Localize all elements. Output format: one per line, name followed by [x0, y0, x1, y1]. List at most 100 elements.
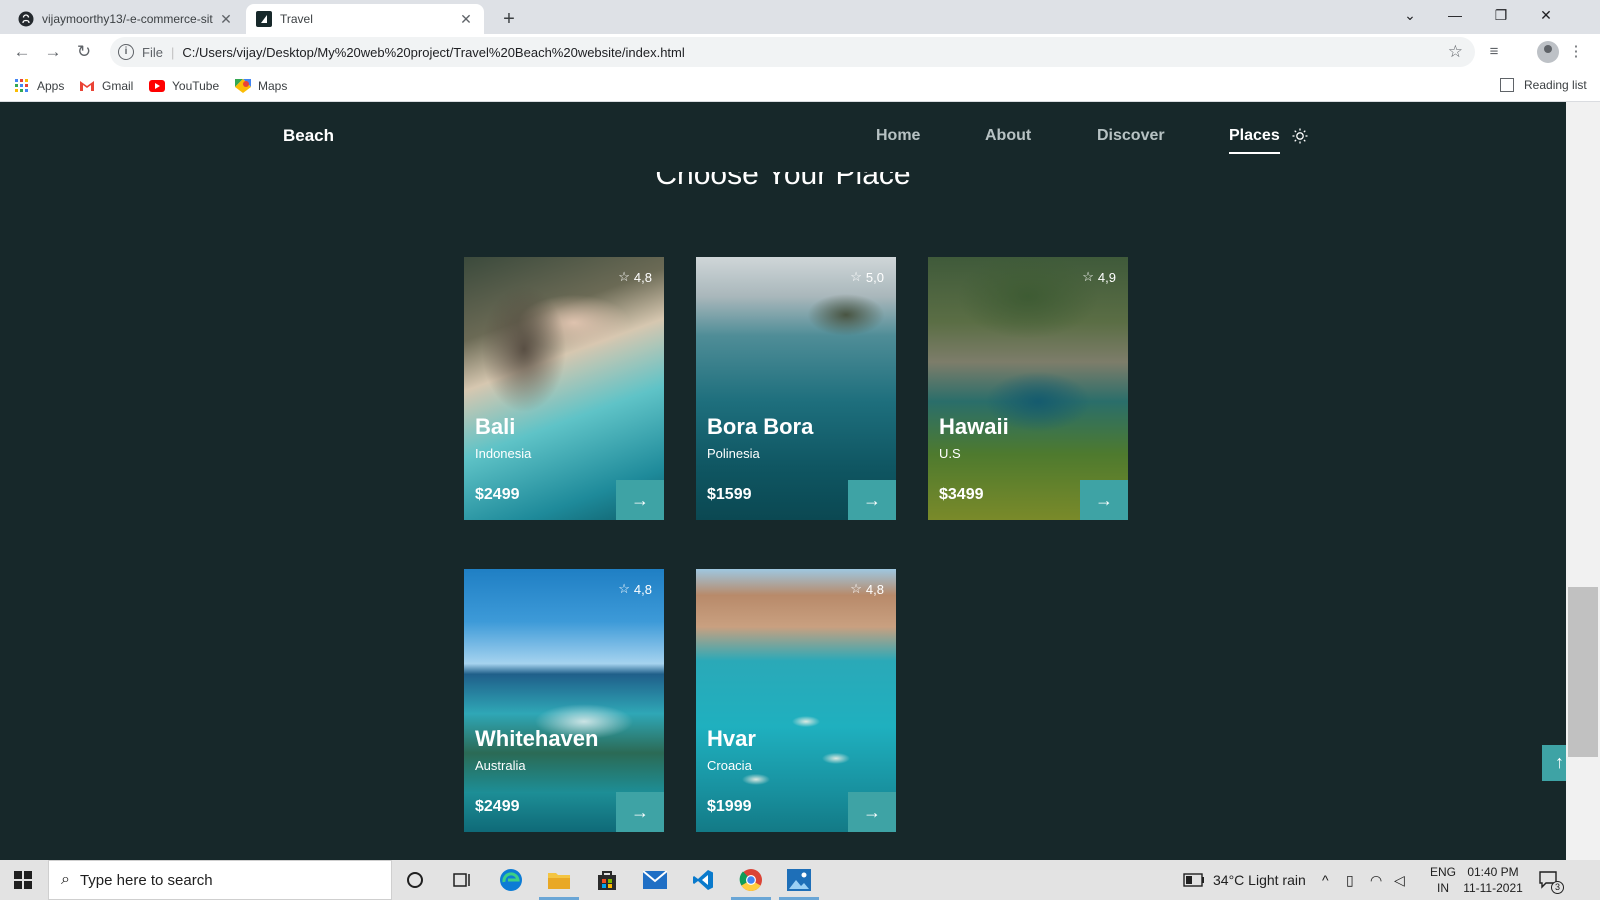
- tab-travel[interactable]: Travel ✕: [246, 4, 484, 34]
- bookmark-maps[interactable]: Maps: [235, 78, 287, 94]
- view-place-button[interactable]: →: [848, 480, 896, 520]
- divider: |: [170, 44, 175, 60]
- nav-home[interactable]: Home: [876, 127, 920, 145]
- maps-icon: [235, 79, 251, 93]
- windows-start-icon[interactable]: [14, 871, 32, 889]
- star-icon: ☆: [850, 581, 862, 596]
- arrow-up-icon: ↑: [1555, 752, 1564, 772]
- rating-value: 4,9: [1097, 269, 1116, 285]
- arrow-right-icon: →: [631, 489, 649, 510]
- media-control-icon[interactable]: ≡: [1483, 41, 1505, 63]
- show-hidden-icons-chevron-icon[interactable]: ^: [1322, 872, 1329, 888]
- clock-time: 01:40 PM: [1467, 865, 1519, 879]
- bookmark-gmail[interactable]: Gmail: [79, 78, 133, 94]
- rating-value: 4,8: [865, 581, 884, 597]
- rating-value: 4,8: [633, 269, 652, 285]
- bookmark-label: Maps: [258, 79, 288, 93]
- nav-about[interactable]: About: [985, 127, 1031, 145]
- menu-icon[interactable]: ⋮: [1565, 41, 1587, 63]
- place-card-whitehaven[interactable]: ☆ 4,8 Whitehaven Australia $2499 →: [464, 569, 664, 832]
- photos-icon[interactable]: [779, 866, 819, 900]
- rating-badge: ☆ 4,8: [618, 269, 652, 285]
- info-icon[interactable]: i: [118, 44, 134, 60]
- nav-places[interactable]: Places: [1229, 127, 1280, 154]
- close-icon[interactable]: ✕: [218, 11, 234, 28]
- reading-list-button[interactable]: Reading list: [1500, 78, 1587, 92]
- reading-list-icon: [1500, 78, 1514, 92]
- speaker-icon[interactable]: ◁: [1394, 872, 1405, 889]
- reload-button[interactable]: ↻: [72, 40, 96, 64]
- bookmarks-bar: Apps Gmail YouTube Maps Reading list: [0, 70, 1600, 102]
- view-place-button[interactable]: →: [616, 792, 664, 832]
- site-logo[interactable]: Beach: [283, 126, 334, 146]
- arrow-right-icon: →: [631, 801, 649, 822]
- tab-github[interactable]: vijaymoorthy13/-e-commerce-sit ✕: [8, 4, 244, 34]
- arrow-right-icon: →: [1095, 489, 1113, 510]
- system-clock[interactable]: 01:40 PM 11-11-2021: [1458, 864, 1528, 896]
- file-explorer-icon[interactable]: [539, 866, 579, 900]
- notification-center-icon[interactable]: 3: [1534, 866, 1564, 894]
- task-view-icon[interactable]: [449, 866, 477, 894]
- place-card-hvar[interactable]: ☆ 4,8 Hvar Croacia $1999 →: [696, 569, 896, 832]
- bookmark-label: Apps: [37, 79, 65, 93]
- store-icon[interactable]: [593, 866, 621, 894]
- bookmark-apps[interactable]: Apps: [14, 78, 64, 94]
- place-price: $1999: [707, 798, 752, 815]
- windows-taskbar: ⌕ Type here to search 34°C Light rain ^ …: [0, 860, 1600, 900]
- place-card-bali[interactable]: ☆ 4,8 Bali Indonesia $2499 →: [464, 257, 664, 520]
- rating-value: 5,0: [865, 269, 884, 285]
- edge-icon[interactable]: [497, 866, 525, 894]
- place-price: $2499: [475, 486, 520, 503]
- page-scrollbar[interactable]: [1566, 102, 1600, 860]
- cortana-icon[interactable]: [401, 866, 429, 894]
- site-icon: [256, 11, 272, 27]
- view-place-button[interactable]: →: [1080, 480, 1128, 520]
- address-bar[interactable]: i File | C:/Users/vijay/Desktop/My%20web…: [110, 37, 1475, 67]
- battery-icon[interactable]: [1181, 866, 1207, 894]
- apps-grid-icon: [15, 79, 28, 92]
- place-price: $2499: [475, 798, 520, 815]
- rating-badge: ☆ 4,8: [850, 581, 884, 597]
- close-window-button[interactable]: ✕: [1523, 0, 1569, 30]
- back-button[interactable]: ←: [10, 40, 34, 64]
- minimize-button[interactable]: —: [1432, 0, 1478, 30]
- youtube-icon: [149, 80, 165, 92]
- place-name: Whitehaven: [475, 726, 599, 751]
- mail-icon[interactable]: [641, 866, 669, 894]
- notification-count: 3: [1551, 881, 1564, 894]
- bookmark-star-icon[interactable]: ☆: [1448, 42, 1463, 62]
- sun-icon[interactable]: [1292, 128, 1308, 144]
- weather-text[interactable]: 34°C Light rain: [1213, 872, 1306, 888]
- view-place-button[interactable]: →: [616, 480, 664, 520]
- taskbar-search-placeholder: Type here to search: [79, 871, 213, 889]
- language-indicator[interactable]: ENG IN: [1428, 864, 1458, 896]
- tab-search-chevron-icon[interactable]: ⌄: [1387, 0, 1433, 30]
- place-card-hawaii[interactable]: ☆ 4,9 Hawaii U.S $3499 →: [928, 257, 1128, 520]
- rating-badge: ☆ 5,0: [850, 269, 884, 285]
- url-text: C:/Users/vijay/Desktop/My%20web%20projec…: [182, 44, 685, 60]
- forward-button[interactable]: →: [41, 40, 65, 64]
- bookmark-youtube[interactable]: YouTube: [149, 78, 219, 94]
- view-place-button[interactable]: →: [848, 792, 896, 832]
- close-icon[interactable]: ✕: [458, 11, 474, 28]
- star-icon: ☆: [1082, 269, 1094, 284]
- place-name: Hvar: [707, 726, 756, 751]
- chrome-icon[interactable]: [731, 866, 771, 900]
- new-tab-button[interactable]: +: [496, 6, 522, 32]
- nav-discover[interactable]: Discover: [1097, 127, 1165, 145]
- place-card-bora-bora[interactable]: ☆ 5,0 Bora Bora Polinesia $1599 →: [696, 257, 896, 520]
- rating-badge: ☆ 4,9: [1082, 269, 1116, 285]
- profile-avatar[interactable]: [1537, 41, 1559, 63]
- network-adapter-icon[interactable]: ▯: [1346, 872, 1354, 889]
- vscode-icon[interactable]: [689, 866, 717, 894]
- restore-button[interactable]: ❐: [1478, 0, 1524, 30]
- star-icon: ☆: [618, 581, 630, 596]
- bookmark-label: YouTube: [172, 79, 220, 93]
- taskbar-search[interactable]: ⌕ Type here to search: [48, 860, 392, 900]
- browser-toolbar: ← → ↻ i File | C:/Users/vijay/Desktop/My…: [0, 34, 1600, 70]
- search-icon: ⌕: [61, 871, 70, 888]
- wifi-icon[interactable]: ◠: [1370, 872, 1382, 889]
- scrollbar-thumb[interactable]: [1568, 587, 1598, 757]
- site-header: Beach Home About Discover Places: [0, 102, 1566, 172]
- github-icon: [18, 11, 34, 27]
